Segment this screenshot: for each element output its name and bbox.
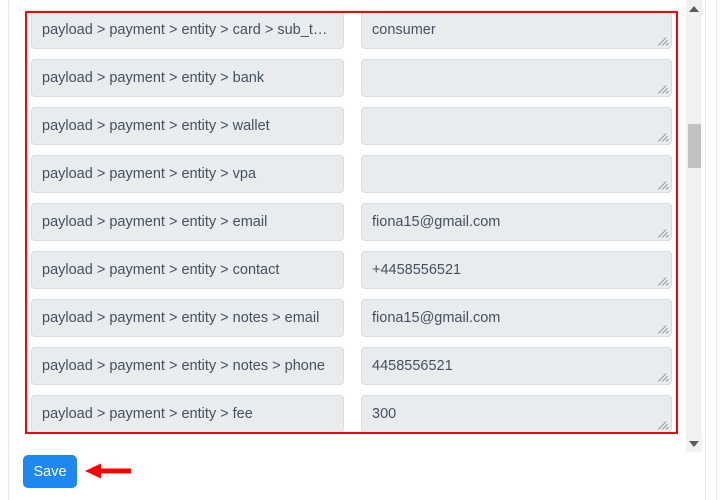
resize-handle-icon[interactable] xyxy=(658,179,670,191)
resize-handle-icon[interactable] xyxy=(658,131,670,143)
field-path-label: payload > payment > entity > fee xyxy=(31,395,344,433)
scroll-down-button[interactable] xyxy=(686,435,702,452)
resize-handle-icon[interactable] xyxy=(658,371,670,383)
annotation-arrow-left-icon xyxy=(85,463,131,479)
table-row: payload > payment > entity > bank xyxy=(25,59,678,107)
field-value-input[interactable]: 300 xyxy=(361,395,672,433)
page-gutter-right xyxy=(705,0,706,500)
resize-handle-icon[interactable] xyxy=(658,83,670,95)
field-path-label: payload > payment > entity > notes > pho… xyxy=(31,347,344,385)
save-button[interactable]: Save xyxy=(23,455,77,488)
field-mapping-panel: payload > payment > entity > card > sub_… xyxy=(25,11,678,434)
field-path-label: payload > payment > entity > bank xyxy=(31,59,344,97)
table-row: payload > payment > entity > wallet xyxy=(25,107,678,155)
vertical-scrollbar[interactable] xyxy=(685,0,702,452)
scrollbar-thumb[interactable] xyxy=(688,124,701,168)
resize-handle-icon[interactable] xyxy=(658,35,670,47)
field-value-input[interactable]: fiona15@gmail.com xyxy=(361,299,672,337)
field-path-label: payload > payment > entity > card > sub_… xyxy=(31,11,344,49)
page-gutter-right-outer xyxy=(716,0,717,500)
field-value-input[interactable] xyxy=(361,59,672,97)
table-row: payload > payment > entity > notes > ema… xyxy=(25,299,678,347)
page-gutter-left xyxy=(8,0,9,500)
triangle-up-icon xyxy=(689,5,699,12)
table-row: payload > payment > entity > card > sub_… xyxy=(25,11,678,59)
table-row: payload > payment > entity > email fiona… xyxy=(25,203,678,251)
scroll-up-button[interactable] xyxy=(686,0,702,17)
field-value-input[interactable]: 4458556521 xyxy=(361,347,672,385)
field-path-label: payload > payment > entity > wallet xyxy=(31,107,344,145)
resize-handle-icon[interactable] xyxy=(658,419,670,431)
field-value-input[interactable]: +4458556521 xyxy=(361,251,672,289)
field-value-input[interactable]: fiona15@gmail.com xyxy=(361,203,672,241)
table-row: payload > payment > entity > notes > pho… xyxy=(25,347,678,395)
field-path-label: payload > payment > entity > email xyxy=(31,203,344,241)
field-path-label: payload > payment > entity > contact xyxy=(31,251,344,289)
table-row: payload > payment > entity > contact +44… xyxy=(25,251,678,299)
table-row: payload > payment > entity > fee 300 xyxy=(25,395,678,434)
resize-handle-icon[interactable] xyxy=(658,323,670,335)
field-mapping-rows: payload > payment > entity > card > sub_… xyxy=(25,11,678,434)
resize-handle-icon[interactable] xyxy=(658,275,670,287)
field-value-input[interactable] xyxy=(361,107,672,145)
field-value-input[interactable]: consumer xyxy=(361,11,672,49)
field-value-input[interactable] xyxy=(361,155,672,193)
page-root: payload > payment > entity > card > sub_… xyxy=(0,0,726,500)
field-path-label: payload > payment > entity > vpa xyxy=(31,155,344,193)
resize-handle-icon[interactable] xyxy=(658,227,670,239)
triangle-down-icon xyxy=(689,440,699,447)
table-row: payload > payment > entity > vpa xyxy=(25,155,678,203)
field-path-label: payload > payment > entity > notes > ema… xyxy=(31,299,344,337)
